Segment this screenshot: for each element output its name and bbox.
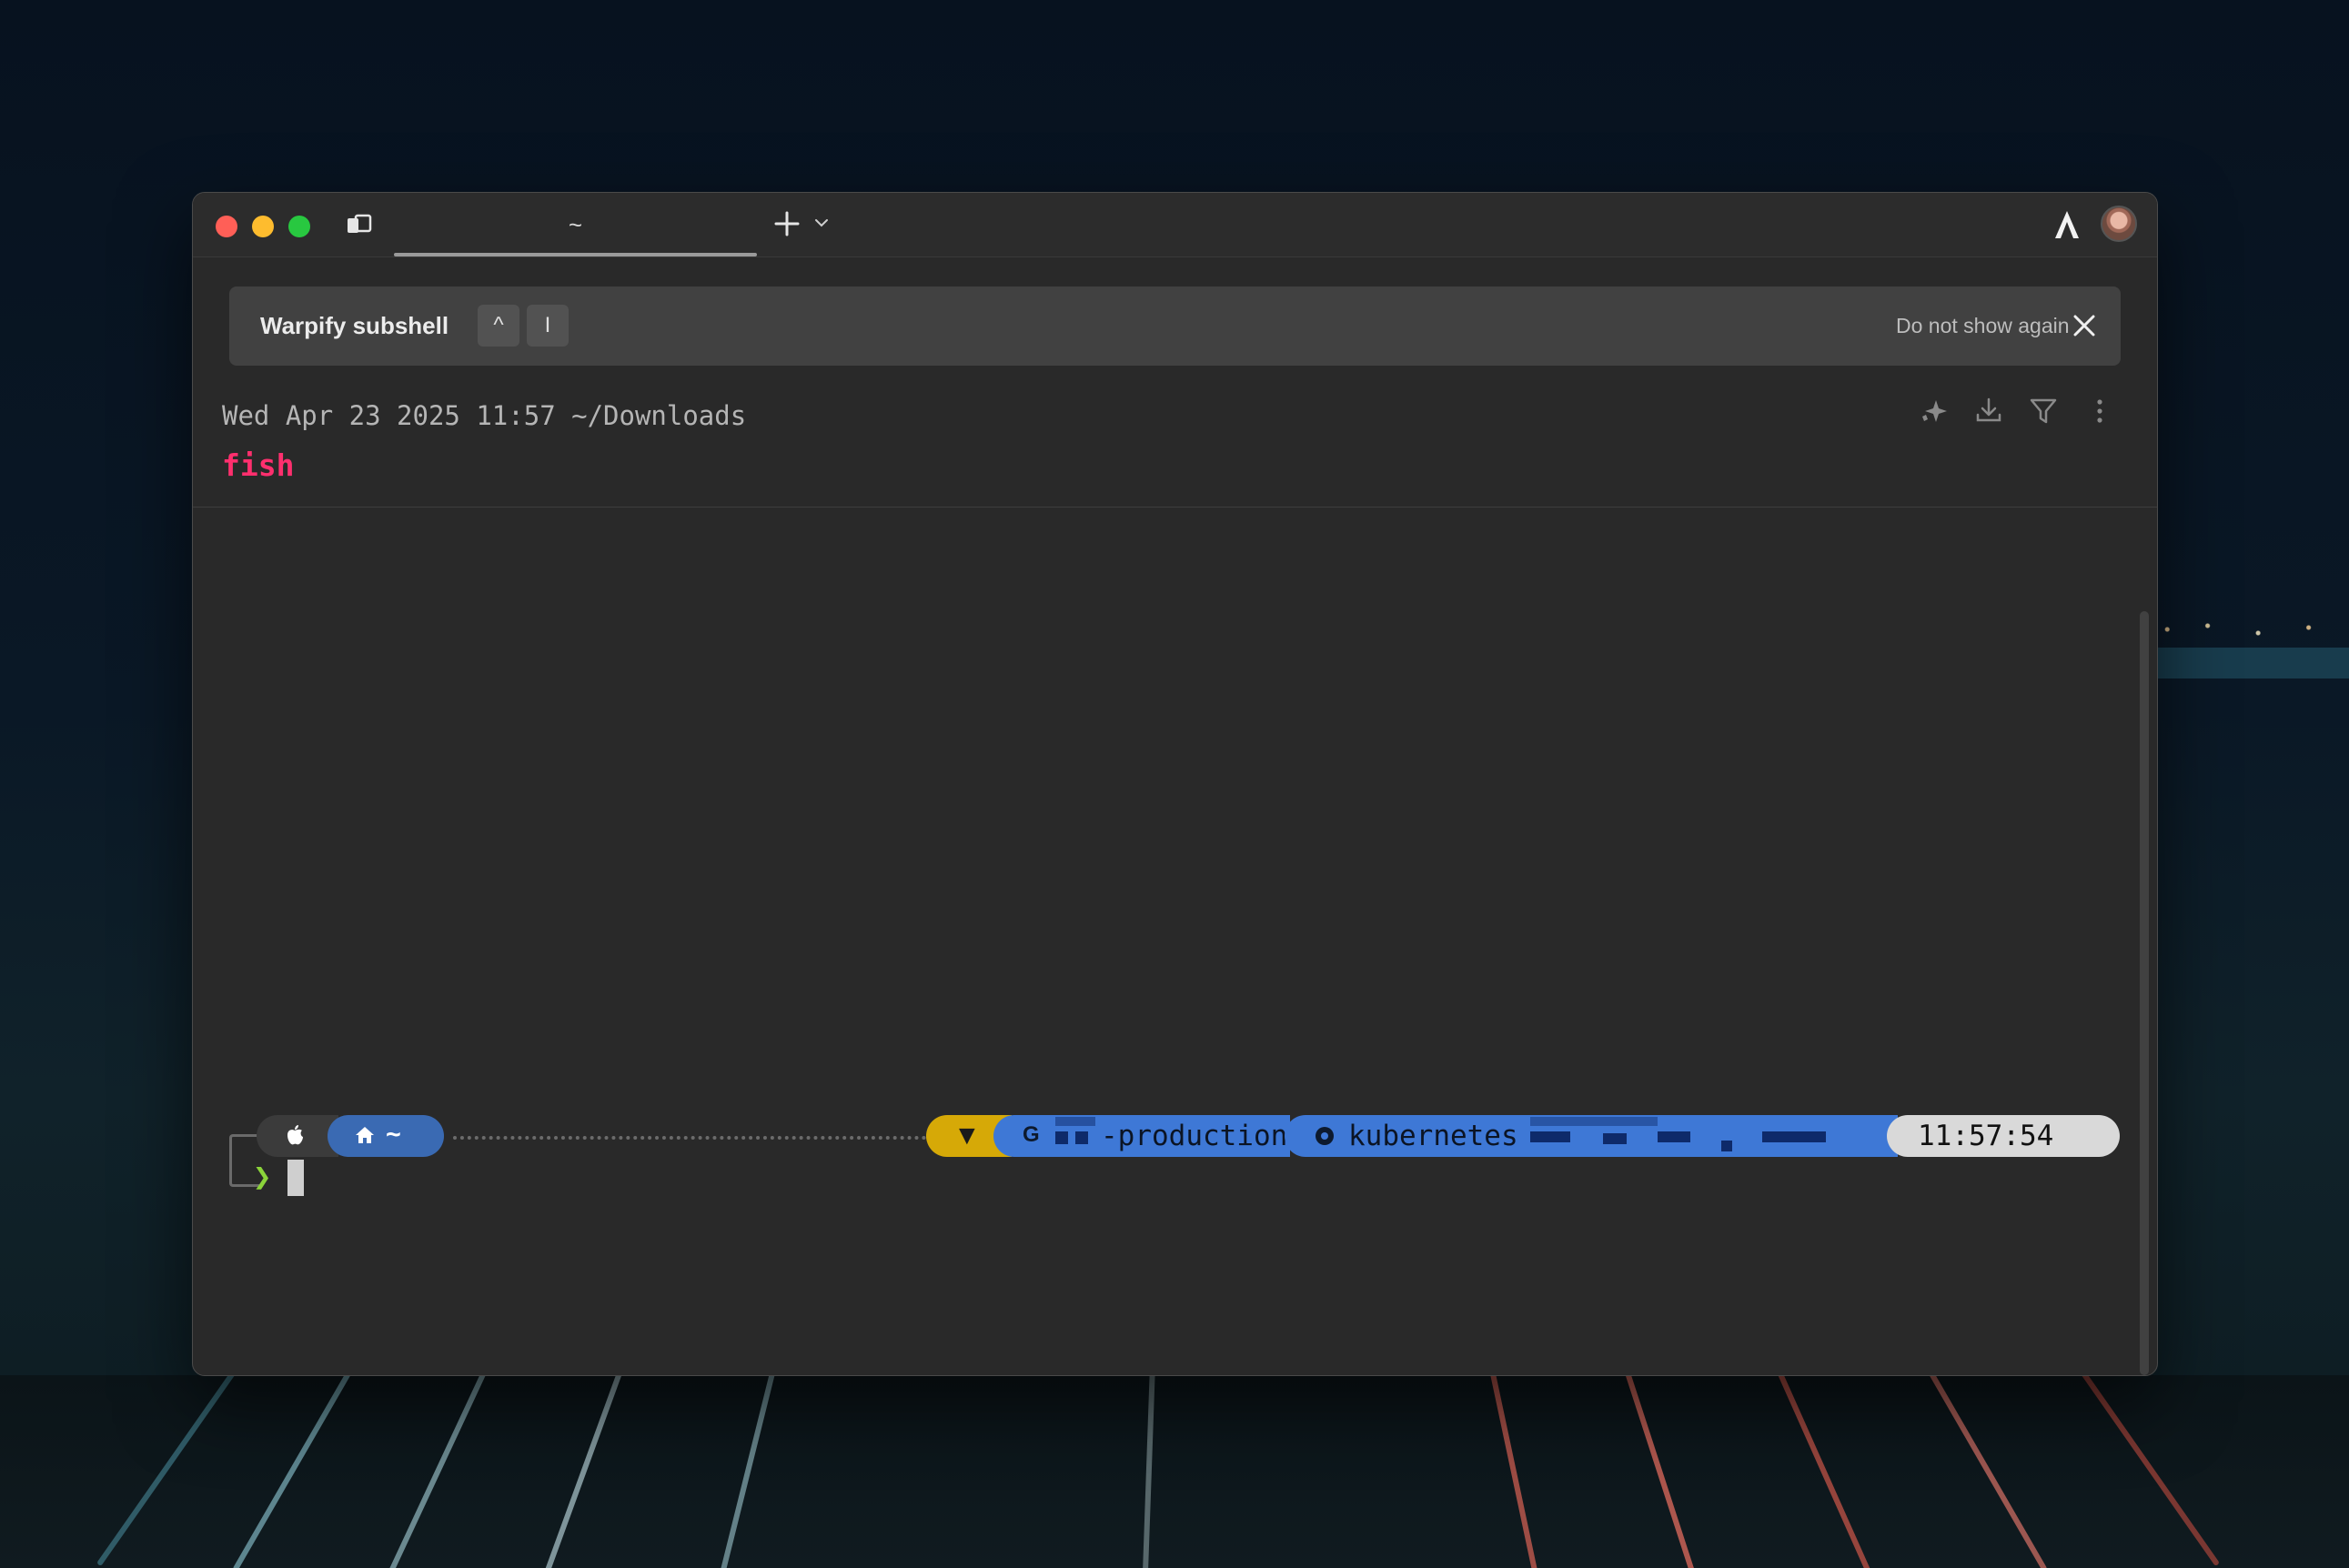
tab-active-indicator [394,253,757,256]
chevron-down-icon[interactable] [813,216,830,229]
panels-icon[interactable] [346,213,373,236]
block-header-meta: Wed Apr 23 2025 11:57 ~/Downloads [222,400,747,431]
gcp-icon: G [1023,1122,1040,1147]
close-window-button[interactable] [216,216,237,237]
prompt-gcp-segment: G -production [993,1115,1290,1157]
prompt-directory-segment: ~ [328,1115,444,1157]
light-streak [541,1375,629,1568]
background-city-lights [2147,611,2349,648]
redacted-text [1055,1117,1095,1126]
tab-title: ~ [568,211,583,238]
filter-icon[interactable] [2027,395,2060,427]
close-icon[interactable] [2071,312,2098,339]
light-streak [717,1375,781,1568]
redacted-text [1762,1131,1826,1142]
prompt-chevron: ❯ [253,1159,272,1195]
redacted-text [1603,1133,1627,1144]
block-separator [193,507,2157,508]
download-icon[interactable] [1972,395,2005,427]
gcp-project: -production [1101,1120,1288,1152]
light-streak [232,1375,356,1568]
prompt-time: 11:57:54 [1918,1120,2054,1152]
light-streak [2079,1375,2221,1567]
redacted-text [1075,1131,1088,1144]
tab-home[interactable]: ~ [394,193,757,256]
apple-icon [287,1125,303,1145]
prompt-directory: ~ [386,1119,401,1149]
kubernetes-icon [1316,1127,1334,1145]
prompt-kubernetes-segment: kubernetes [1285,1115,1898,1157]
prompt-filler-dots [453,1136,933,1140]
redacted-text [1055,1131,1068,1144]
redacted-text [1530,1117,1658,1126]
home-icon [356,1127,374,1143]
plus-icon[interactable] [771,208,802,239]
light-streak [1771,1375,1873,1568]
kubernetes-label: kubernetes [1348,1120,1518,1152]
warpify-banner: Warpify subshell ^ I Do not show again [229,286,2121,366]
light-streak [1618,1375,1699,1568]
warp-logo-icon[interactable] [2053,209,2081,240]
shortcut-key-ctrl: ^ [478,305,519,347]
light-streak [1142,1375,1156,1568]
redacted-text [1658,1131,1690,1142]
redacted-text [1721,1141,1732,1151]
block-toolbar [1918,395,2136,431]
shortcut-key-i: I [527,305,569,347]
sparkle-icon[interactable] [1918,395,1951,427]
banner-title: Warpify subshell [260,312,449,339]
scrollbar[interactable] [2140,611,2149,1375]
light-streak [1924,1375,2048,1568]
kebab-menu-icon[interactable] [2083,395,2116,427]
redacted-text [1530,1131,1570,1142]
do-not-show-again-link[interactable]: Do not show again [1896,314,2070,338]
warning-symbol: ▼ [953,1121,981,1151]
background-building [2158,648,2349,678]
light-streak [387,1375,492,1568]
light-streak [1486,1375,1540,1568]
user-avatar[interactable] [2101,206,2137,242]
title-bar: ~ [193,193,2157,257]
background-road [0,1375,2349,1568]
block-command: fish [222,447,295,483]
terminal-window: ~ Warpify subshell ^ I Do not show again… [192,192,2158,1376]
input-cursor[interactable] [287,1160,304,1196]
prompt-os-segment [257,1115,338,1157]
prompt-time-segment: 11:57:54 [1887,1115,2120,1157]
light-streak [96,1375,237,1567]
minimize-window-button[interactable] [252,216,274,237]
zoom-window-button[interactable] [288,216,310,237]
